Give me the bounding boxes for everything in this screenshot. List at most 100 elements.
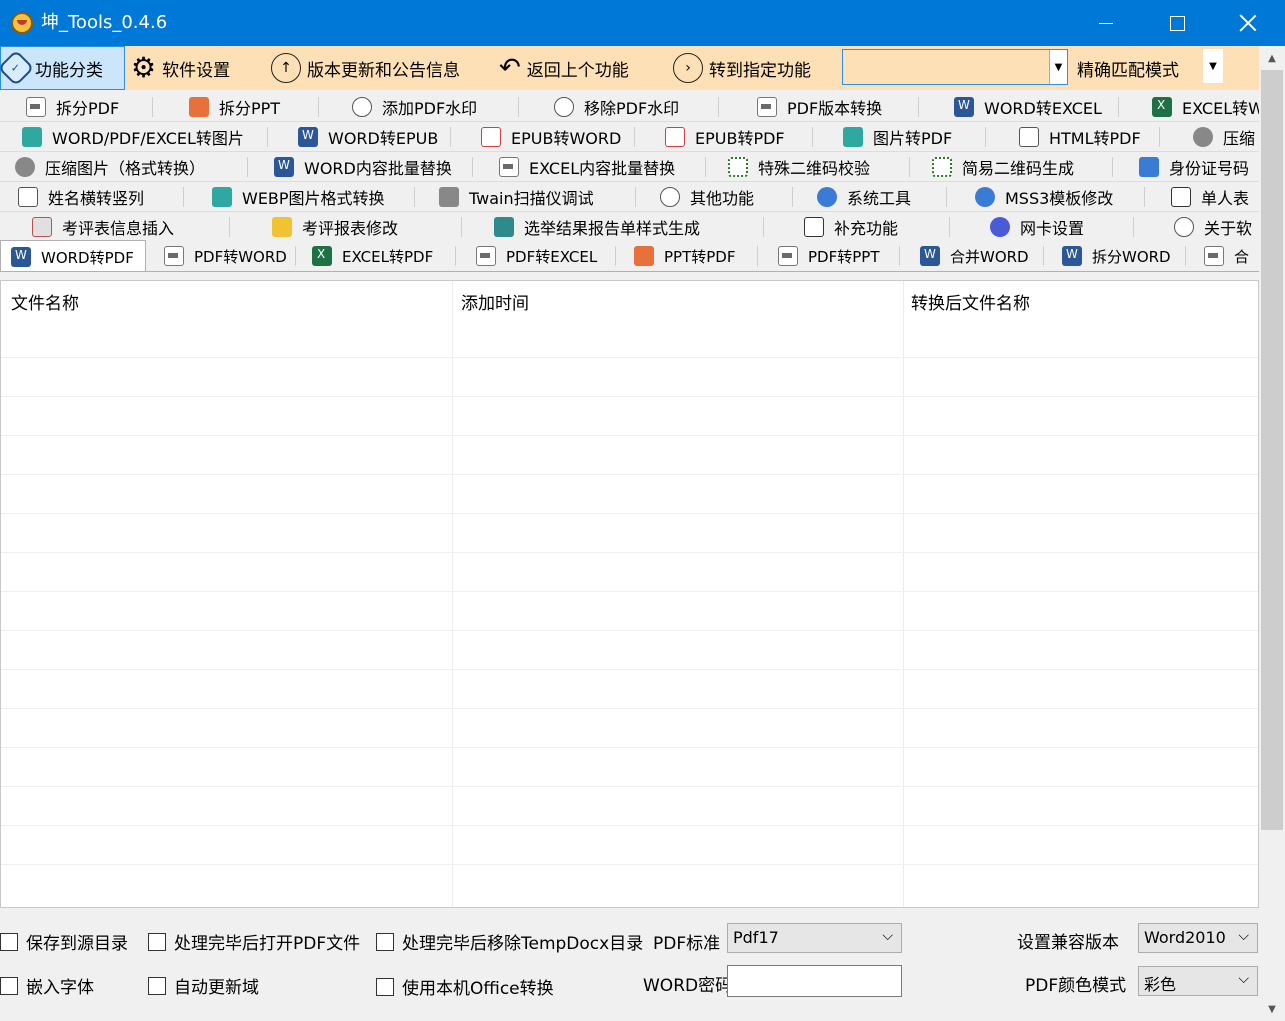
scroll-up-icon[interactable]: ▲ xyxy=(1259,48,1285,68)
open-pdf-after-option[interactable]: 处理完毕后打开PDF文件 xyxy=(148,929,360,954)
close-button[interactable] xyxy=(1213,0,1283,46)
tab-system-tools[interactable]: 系统工具 xyxy=(793,182,947,211)
tab-label: WORD/PDF/EXCEL转图片 xyxy=(52,129,244,148)
column-header-added-time[interactable]: 添加时间 xyxy=(461,289,529,314)
remove-temp-after-label: 处理完毕后移除TempDocx目录 xyxy=(402,934,644,954)
auto-update-fields-option[interactable]: 自动更新域 xyxy=(148,973,259,998)
tab-word-to-excel[interactable]: WORD转EXCEL xyxy=(919,92,1119,121)
tab-docs-to-image[interactable]: WORD/PDF/EXCEL转图片 xyxy=(0,122,268,151)
word-password-field[interactable] xyxy=(727,965,902,997)
file-list-table[interactable]: 文件名称 添加时间 转换后文件名称 xyxy=(0,280,1259,908)
watermark-icon xyxy=(554,97,574,117)
minimize-icon xyxy=(1099,22,1113,24)
tab-pdf-to-word[interactable]: PDF转WORD xyxy=(146,240,296,271)
tab-word-to-pdf[interactable]: WORD转PDF xyxy=(0,240,146,271)
open-pdf-after-checkbox[interactable] xyxy=(148,932,166,951)
tab-ppt-to-pdf[interactable]: PPT转PDF xyxy=(616,240,758,271)
chevron-down-icon[interactable]: ▼ xyxy=(1049,50,1067,84)
open-pdf-after-label: 处理完毕后打开PDF文件 xyxy=(174,934,361,954)
minimize-button[interactable] xyxy=(1071,0,1141,46)
tab-pdf-to-excel[interactable]: PDF转EXCEL xyxy=(456,240,616,271)
column-header-file-name[interactable]: 文件名称 xyxy=(11,289,79,314)
remove-temp-after-checkbox[interactable] xyxy=(376,932,394,951)
tab-excel-to-word[interactable]: EXCEL转W xyxy=(1119,92,1259,121)
tab-network-card-settings[interactable]: 网卡设置 xyxy=(950,212,1134,241)
tab-qr-generate[interactable]: 简易二维码生成 xyxy=(910,152,1113,181)
tab-single-person-table[interactable]: 单人表 xyxy=(1145,182,1259,211)
function-tab-row-4: 姓名横转竖列 WEBP图片格式转换 Twain扫描仪调试 其他功能 系统工具 M… xyxy=(0,182,1259,212)
pdf-color-mode-select[interactable]: 彩色 ⌵ xyxy=(1138,966,1258,996)
embed-fonts-option[interactable]: 嵌入字体 xyxy=(0,973,94,998)
tab-compress[interactable]: 压缩 xyxy=(1160,122,1259,151)
tab-split-word[interactable]: 拆分WORD xyxy=(1044,240,1186,271)
category-button[interactable]: ✓ 功能分类 xyxy=(0,46,125,90)
tab-pdf-to-ppt[interactable]: PDF转PPT xyxy=(758,240,900,271)
vertical-scrollbar[interactable]: ▲ ▼ xyxy=(1259,46,1285,1021)
tab-merge-word[interactable]: 合并WORD xyxy=(900,240,1044,271)
function-tab-row-5: 考评表信息插入 考评报表修改 选举结果报告单样式生成 补充功能 网卡设置 关于软 xyxy=(0,212,1259,242)
settings-button[interactable]: ⚙ 软件设置 xyxy=(131,46,230,90)
save-to-source-option[interactable]: 保存到源目录 xyxy=(0,929,128,954)
use-local-office-option[interactable]: 使用本机Office转换 xyxy=(376,974,554,999)
tab-excel-batch-replace[interactable]: EXCEL内容批量替换 xyxy=(473,152,706,181)
tab-twain-scanner-debug[interactable]: Twain扫描仪调试 xyxy=(415,182,636,211)
tab-add-pdf-watermark[interactable]: 添加PDF水印 xyxy=(319,92,519,121)
compat-version-select[interactable]: Word2010 ⌵ xyxy=(1138,923,1258,953)
tab-merge-more[interactable]: 合 xyxy=(1186,240,1259,271)
tab-mss3-template-edit[interactable]: MSS3模板修改 xyxy=(947,182,1145,211)
tab-supplementary-functions[interactable]: 补充功能 xyxy=(764,212,950,241)
edit-icon xyxy=(272,217,292,237)
column-divider xyxy=(452,281,453,907)
pdf-icon xyxy=(26,97,46,117)
row-divider xyxy=(1,513,1258,514)
match-mode-select[interactable]: 精确匹配模式 ▼ xyxy=(1073,49,1223,85)
function-search-combo[interactable]: ▼ xyxy=(842,49,1068,85)
category-icon: ✓ xyxy=(0,49,35,87)
row-divider xyxy=(1,786,1258,787)
save-to-source-checkbox[interactable] xyxy=(0,932,18,951)
column-header-converted-name[interactable]: 转换后文件名称 xyxy=(911,289,1030,314)
scrollbar-thumb[interactable] xyxy=(1261,70,1283,830)
maximize-button[interactable] xyxy=(1142,0,1212,46)
pdf-standard-select[interactable]: Pdf17 ⌵ xyxy=(727,923,902,953)
tab-epub-to-pdf[interactable]: EPUB转PDF xyxy=(635,122,813,151)
tab-image-to-pdf[interactable]: 图片转PDF xyxy=(813,122,986,151)
tab-qr-verify[interactable]: 特殊二维码校验 xyxy=(706,152,910,181)
tab-about[interactable]: 关于软 xyxy=(1134,212,1259,241)
tab-election-report-style[interactable]: 选举结果报告单样式生成 xyxy=(462,212,764,241)
tab-label: 系统工具 xyxy=(847,189,912,208)
name-list-icon xyxy=(18,187,38,207)
chevron-down-icon[interactable]: ▼ xyxy=(1203,49,1223,83)
tab-label: WORD转EPUB xyxy=(328,129,439,148)
tab-evaluation-insert[interactable]: 考评表信息插入 xyxy=(0,212,230,241)
scroll-down-icon[interactable]: ▼ xyxy=(1259,999,1285,1019)
tab-word-to-epub[interactable]: WORD转EPUB xyxy=(268,122,451,151)
back-label: 返回上个功能 xyxy=(526,60,629,81)
tab-split-ppt[interactable]: 拆分PPT xyxy=(153,92,319,121)
tab-pdf-version-convert[interactable]: PDF版本转换 xyxy=(719,92,919,121)
tab-name-horizontal-to-vertical[interactable]: 姓名横转竖列 xyxy=(0,182,184,211)
tab-webp-convert[interactable]: WEBP图片格式转换 xyxy=(184,182,415,211)
tab-word-batch-replace[interactable]: WORD内容批量替换 xyxy=(248,152,473,181)
tab-epub-to-word[interactable]: EPUB转WORD xyxy=(451,122,635,151)
goto-function-button[interactable]: › 转到指定功能 xyxy=(673,46,811,90)
remove-temp-after-option[interactable]: 处理完毕后移除TempDocx目录 xyxy=(376,929,643,954)
tab-split-pdf[interactable]: 拆分PDF xyxy=(0,92,153,121)
embed-fonts-checkbox[interactable] xyxy=(0,976,18,995)
tab-label: 网卡设置 xyxy=(1020,219,1085,238)
tab-label: 压缩 xyxy=(1223,129,1256,148)
tab-id-card[interactable]: 身份证号码 xyxy=(1113,152,1259,181)
tab-evaluation-report-edit[interactable]: 考评报表修改 xyxy=(230,212,462,241)
tab-html-to-pdf[interactable]: HTML转PDF xyxy=(986,122,1160,151)
row-divider xyxy=(1,474,1258,475)
row-divider xyxy=(1,591,1258,592)
tab-other-functions[interactable]: 其他功能 xyxy=(636,182,793,211)
tab-excel-to-pdf[interactable]: EXCEL转PDF xyxy=(296,240,456,271)
update-info-button[interactable]: ↑ 版本更新和公告信息 xyxy=(271,46,460,90)
use-local-office-checkbox[interactable] xyxy=(376,977,394,996)
back-button[interactable]: ↶ 返回上个功能 xyxy=(499,46,629,90)
auto-update-fields-checkbox[interactable] xyxy=(148,976,166,995)
tab-remove-pdf-watermark[interactable]: 移除PDF水印 xyxy=(519,92,719,121)
pdf-icon xyxy=(757,97,777,117)
tab-compress-image[interactable]: 压缩图片（格式转换） xyxy=(0,152,248,181)
